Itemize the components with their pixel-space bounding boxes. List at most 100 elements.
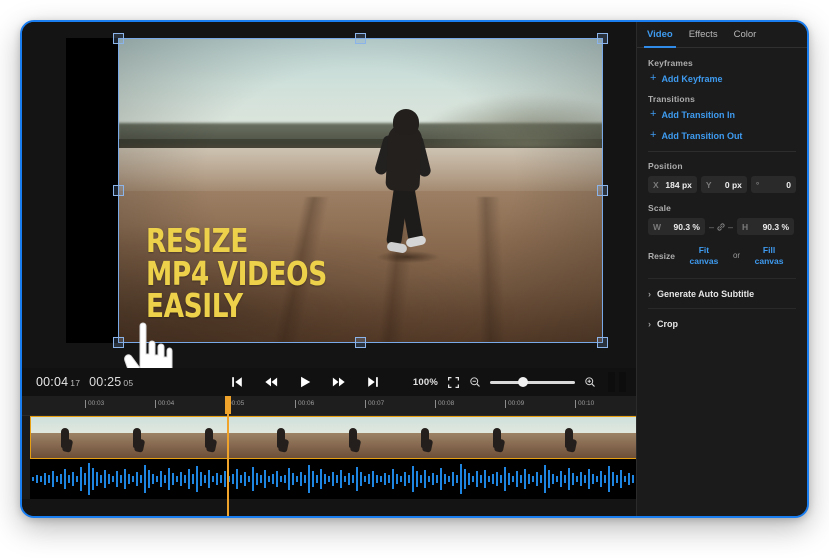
- zoom-slider-thumb[interactable]: [518, 377, 528, 387]
- tab-video[interactable]: Video: [644, 22, 676, 48]
- ruler-tick: 00:04: [154, 400, 175, 408]
- crop-accordion[interactable]: › Crop: [648, 308, 796, 338]
- tab-effects[interactable]: Effects: [689, 22, 718, 48]
- timeline-playhead[interactable]: [225, 396, 231, 516]
- preview-stage[interactable]: RESIZE MP4 VIDEOS EASILY: [22, 22, 636, 389]
- timeline-ruler[interactable]: 00:03 00:04 00:05 00:06 00:07 00:08 00:0…: [22, 396, 734, 416]
- audio-track[interactable]: [22, 459, 755, 499]
- rewind-icon[interactable]: [264, 375, 278, 389]
- zoom-out-icon[interactable]: [469, 376, 481, 388]
- position-y-field[interactable]: Y 0 px: [700, 176, 747, 193]
- timecode-group: 00:04 17 00:25 05: [36, 375, 133, 389]
- play-icon[interactable]: [298, 375, 312, 389]
- clip-thumbnail: [247, 417, 319, 458]
- overlay-title-text: RESIZE MP4 VIDEOS EASILY: [146, 221, 327, 326]
- rotation-label: °: [755, 179, 760, 190]
- clip-thumbnail: [175, 417, 247, 458]
- panel-tabs: Video Effects Color: [637, 22, 807, 48]
- timeline-horizontal-scrollbar[interactable]: [30, 516, 788, 518]
- properties-panel: Video Effects Color Keyframes + Add Keyf…: [636, 22, 807, 516]
- position-section-title: Position: [648, 161, 683, 171]
- chevron-right-icon: ›: [648, 318, 651, 329]
- plus-icon: +: [650, 72, 657, 84]
- zoom-slider[interactable]: [490, 376, 575, 388]
- total-frame-value: 05: [123, 378, 134, 388]
- current-timecode[interactable]: 00:04 17: [36, 375, 80, 389]
- position-x-value: 184 px: [665, 179, 692, 190]
- add-keyframe-button[interactable]: + Add Keyframe: [650, 73, 796, 84]
- transitions-section-title: Transitions: [648, 94, 695, 104]
- ruler-tick: 00:07: [364, 400, 385, 408]
- fit-canvas-button[interactable]: Fit canvas: [686, 245, 722, 266]
- add-transition-out-label: Add Transition Out: [661, 130, 743, 141]
- position-fields: X 184 px Y 0 px ° 0: [648, 176, 796, 193]
- clip-thumbnail: [535, 417, 607, 458]
- scale-height-field[interactable]: H 90.3 %: [737, 218, 795, 235]
- skip-start-icon[interactable]: [230, 375, 244, 389]
- zoom-controls: 100%: [413, 368, 626, 396]
- add-transition-in-button[interactable]: + Add Transition In: [650, 109, 796, 120]
- scale-width-value: 90.3 %: [673, 221, 700, 232]
- generate-auto-subtitle-accordion[interactable]: › Generate Auto Subtitle: [648, 278, 796, 308]
- resize-row: Resize Fit canvas or Fill canvas: [648, 245, 796, 266]
- zoom-slider-track: [490, 381, 575, 384]
- ruler-tick: 00:08: [434, 400, 455, 408]
- ruler-tick: 00:03: [84, 400, 105, 408]
- video-canvas: RESIZE MP4 VIDEOS EASILY: [66, 38, 603, 343]
- position-x-label: X: [653, 179, 659, 190]
- fast-forward-icon[interactable]: [332, 375, 346, 389]
- split-layout-icon[interactable]: [608, 372, 626, 392]
- current-time-value: 00:04: [36, 375, 69, 389]
- panel-body: Keyframes + Add Keyframe Transitions + A…: [637, 48, 807, 338]
- scale-fields: W 90.3 % – – H 90.3 %: [648, 218, 796, 235]
- clip-thumbnail: [391, 417, 463, 458]
- crop-label: Crop: [657, 318, 678, 329]
- current-frame-value: 17: [70, 378, 81, 388]
- divider: [648, 151, 796, 152]
- add-keyframe-label: Add Keyframe: [661, 73, 723, 84]
- fit-to-screen-icon[interactable]: [447, 376, 460, 389]
- add-transition-out-button[interactable]: + Add Transition Out: [650, 130, 796, 141]
- resize-or-label: or: [732, 251, 741, 261]
- generate-auto-subtitle-label: Generate Auto Subtitle: [657, 288, 755, 299]
- clip-thumbnail: [31, 417, 103, 458]
- video-frame: RESIZE MP4 VIDEOS EASILY: [118, 38, 603, 343]
- zoom-percentage[interactable]: 100%: [413, 377, 438, 388]
- scale-width-field[interactable]: W 90.3 %: [648, 218, 705, 235]
- preview-region: RESIZE MP4 VIDEOS EASILY 00:04 17 00:25 …: [22, 22, 795, 516]
- zoom-in-icon[interactable]: [584, 376, 596, 388]
- fill-canvas-button[interactable]: Fill canvas: [751, 245, 787, 266]
- rotation-value: 0: [786, 179, 791, 190]
- plus-icon: +: [650, 129, 657, 141]
- timeline[interactable]: 00:03 00:04 00:05 00:06 00:07 00:08 00:0…: [22, 396, 795, 516]
- position-y-value: 0 px: [724, 179, 742, 190]
- tab-color[interactable]: Color: [734, 22, 757, 48]
- scale-height-label: H: [742, 221, 749, 232]
- position-y-label: Y: [705, 179, 712, 190]
- total-timecode: 00:25 05: [89, 375, 133, 389]
- rotation-field[interactable]: ° 0: [750, 176, 796, 193]
- ruler-tick: 00:06: [294, 400, 315, 408]
- video-track[interactable]: [22, 416, 795, 459]
- clip-thumbnail: [319, 417, 391, 458]
- clip-thumbnail: [463, 417, 535, 458]
- resize-label: Resize: [648, 250, 675, 261]
- skip-end-icon[interactable]: [366, 375, 380, 389]
- clip-thumbnail: [103, 417, 175, 458]
- chevron-right-icon: ›: [648, 288, 651, 299]
- position-x-field[interactable]: X 184 px: [648, 176, 697, 193]
- add-transition-in-label: Add Transition In: [661, 109, 735, 120]
- scale-width-label: W: [653, 221, 662, 232]
- playhead-handle[interactable]: [225, 396, 231, 414]
- total-time-value: 00:25: [89, 375, 122, 389]
- ruler-tick: 00:09: [504, 400, 525, 408]
- ruler-tick: 00:10: [574, 400, 595, 408]
- video-editor-window: RESIZE MP4 VIDEOS EASILY 00:04 17 00:25 …: [20, 20, 809, 518]
- transport-bar: 00:04 17 00:25 05 100%: [22, 368, 636, 396]
- link-chain-icon[interactable]: – –: [709, 222, 733, 232]
- scale-section-title: Scale: [648, 203, 671, 213]
- plus-icon: +: [650, 108, 657, 120]
- playback-controls: [230, 368, 380, 396]
- scale-height-value: 90.3 %: [762, 221, 790, 232]
- keyframes-section-title: Keyframes: [648, 58, 693, 68]
